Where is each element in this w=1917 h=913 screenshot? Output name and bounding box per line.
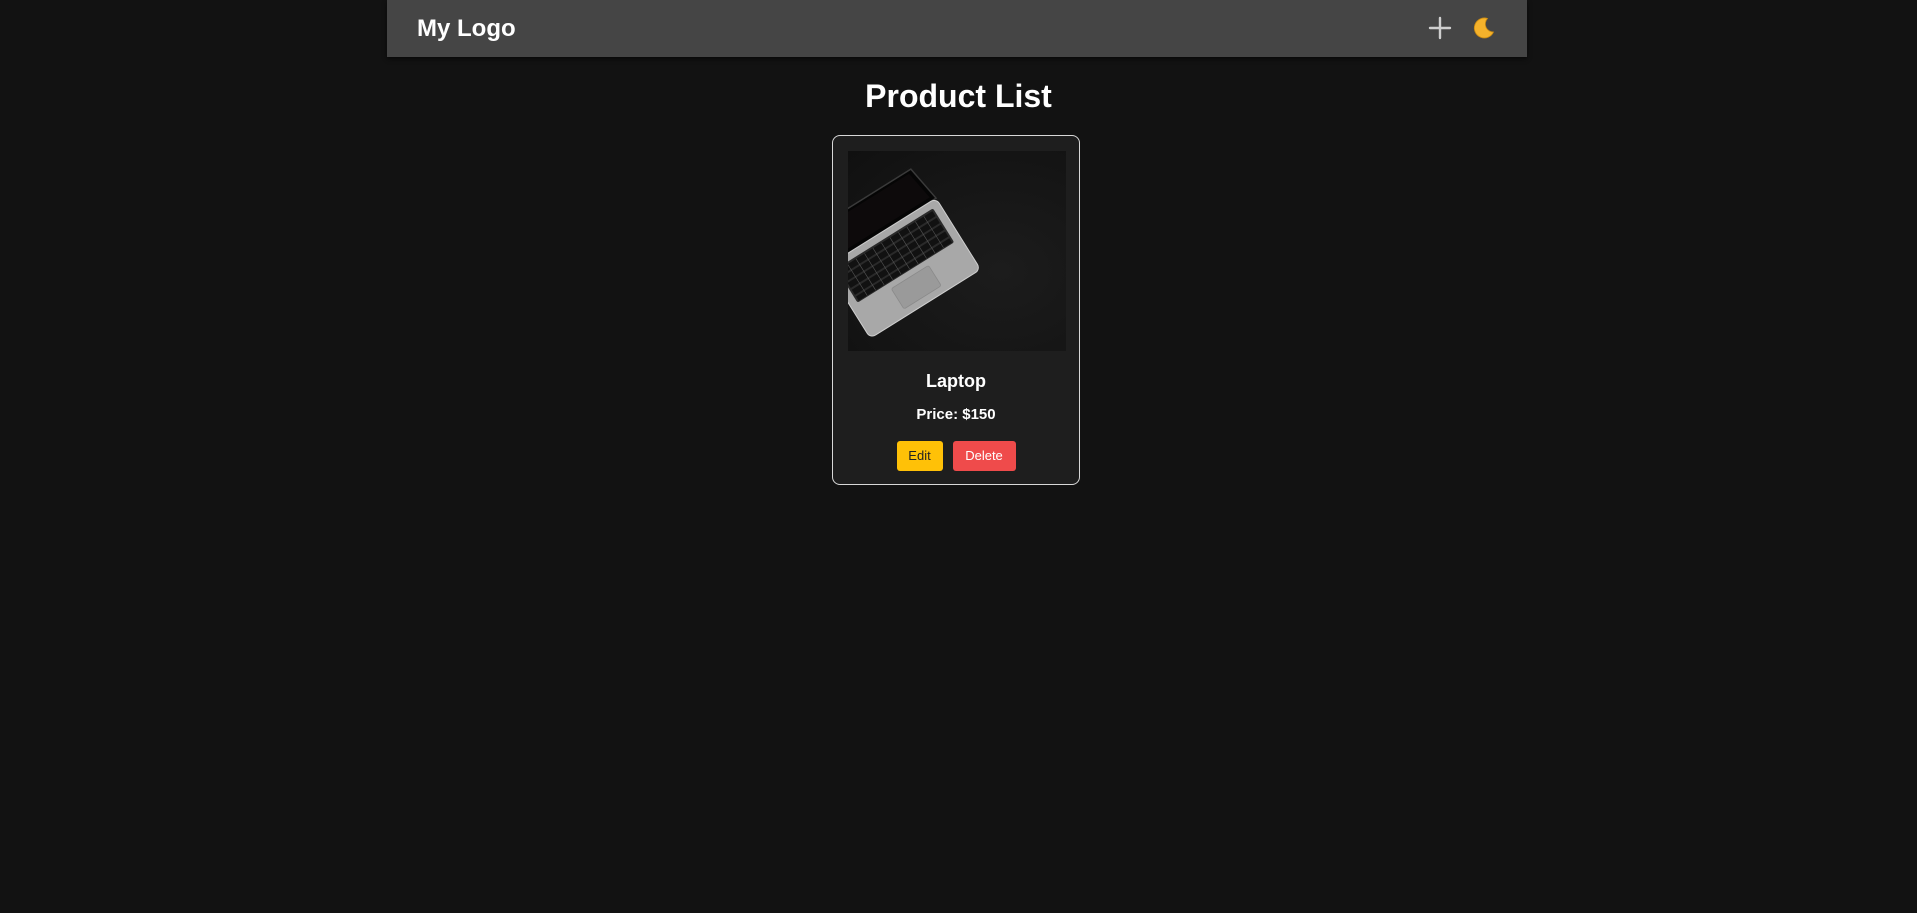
theme-toggle-button[interactable] — [1471, 15, 1497, 41]
top-navbar: My Logo — [387, 0, 1527, 57]
product-actions: Edit Delete — [833, 441, 1079, 471]
plus-icon — [1428, 16, 1452, 40]
product-image — [848, 151, 1066, 351]
nav-actions — [1427, 15, 1497, 41]
logo[interactable]: My Logo — [417, 14, 516, 43]
crescent-moon-icon — [1473, 17, 1495, 39]
delete-button[interactable]: Delete — [952, 441, 1016, 471]
add-product-button[interactable] — [1427, 15, 1453, 41]
product-price: Price: $150 — [916, 406, 996, 423]
page-title: Product List — [865, 78, 1052, 114]
product-name: Laptop — [926, 371, 986, 391]
laptop-image — [848, 168, 979, 337]
product-card: Laptop Price: $150 Edit Delete — [832, 135, 1080, 485]
edit-button[interactable]: Edit — [896, 441, 943, 471]
